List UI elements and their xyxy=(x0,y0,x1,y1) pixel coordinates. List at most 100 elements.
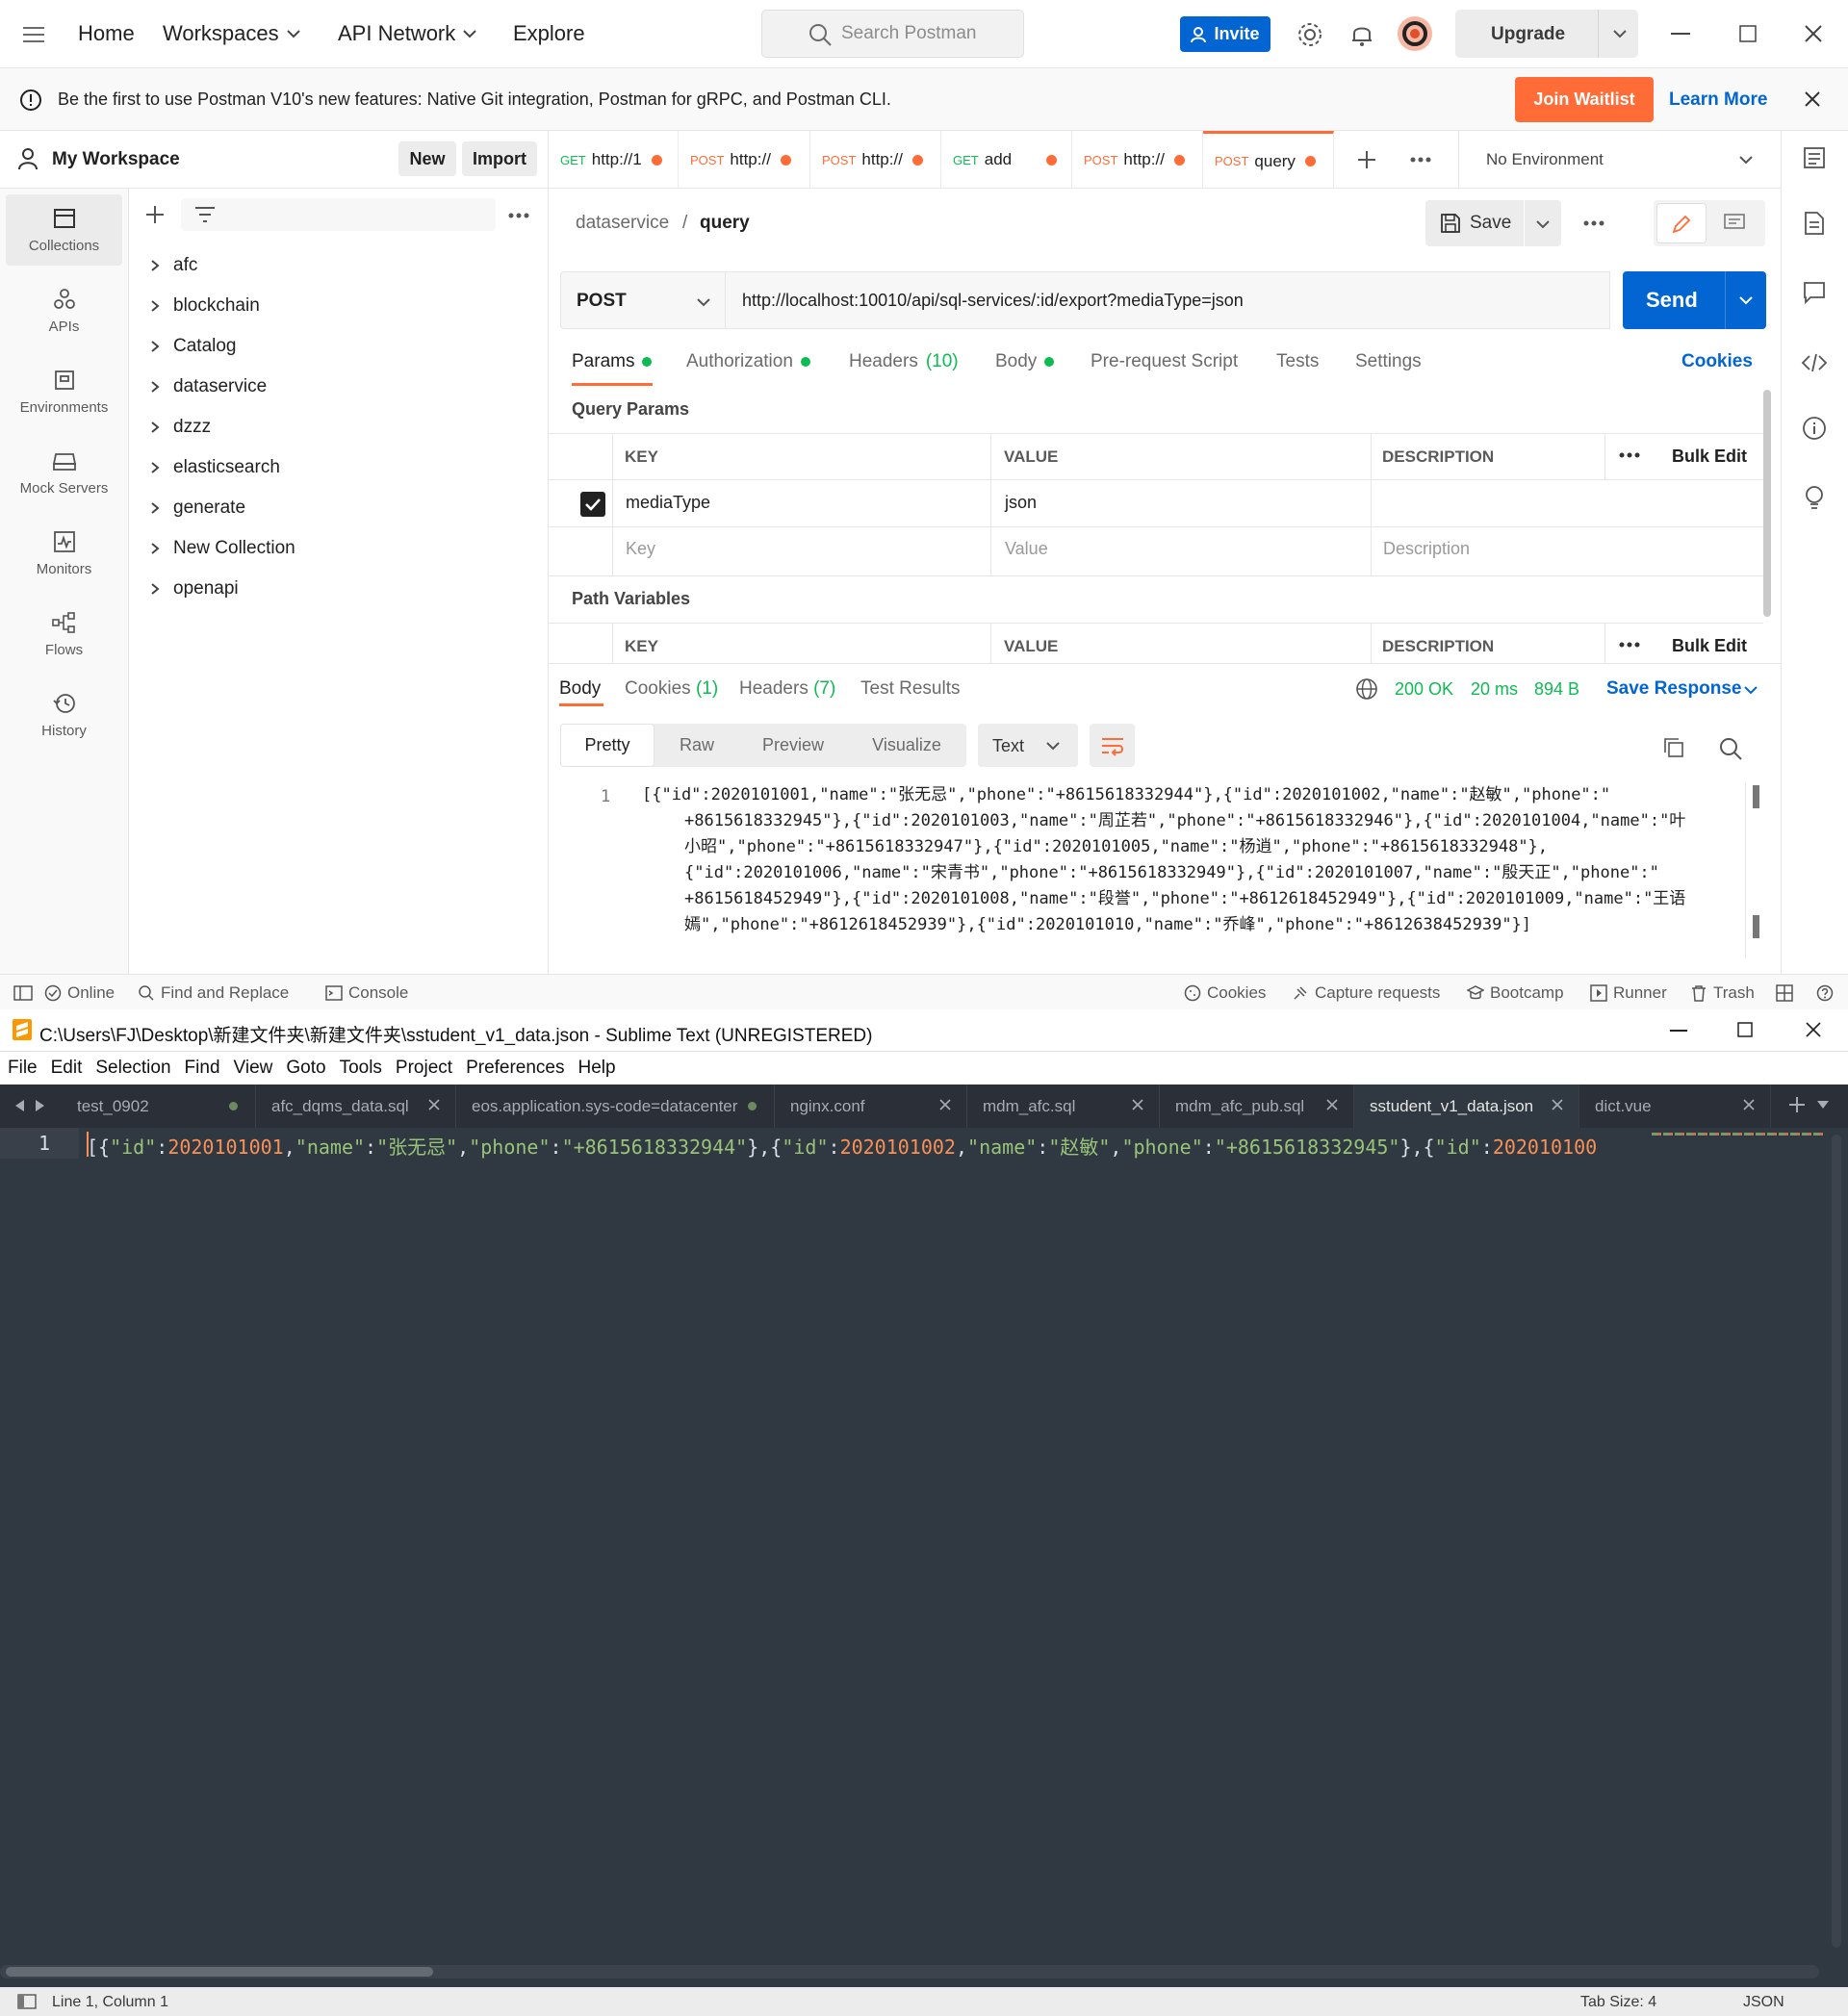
collection-item[interactable]: Catalog xyxy=(150,332,237,361)
layout-icon[interactable] xyxy=(1776,984,1793,1002)
response-status[interactable]: 200 OK xyxy=(1395,679,1453,700)
pane-divider[interactable] xyxy=(549,663,1781,664)
method-select[interactable]: POST xyxy=(560,271,726,329)
comment-icon[interactable] xyxy=(1723,213,1746,234)
find-replace-button[interactable]: Find and Replace xyxy=(138,983,289,1003)
tab-request-5[interactable]: POST http:// xyxy=(1072,131,1203,189)
url-input[interactable]: http://localhost:10010/api/sql-services/… xyxy=(726,271,1610,329)
chevron-down-icon[interactable] xyxy=(1738,295,1754,305)
invite-button[interactable]: Invite xyxy=(1180,16,1270,52)
menu-find[interactable]: Find xyxy=(185,1058,220,1085)
collection-item[interactable]: New Collection xyxy=(150,534,295,563)
plus-icon[interactable] xyxy=(1788,1096,1806,1113)
scrollbar[interactable] xyxy=(1763,390,1771,617)
avatar[interactable] xyxy=(1397,15,1433,52)
tab-request-2[interactable]: POST http:// xyxy=(679,131,810,189)
panel-toggle-icon[interactable] xyxy=(17,1994,37,2009)
menu-goto[interactable]: Goto xyxy=(286,1058,325,1085)
tab-settings[interactable]: Settings xyxy=(1355,351,1422,372)
collection-item[interactable]: dataservice xyxy=(150,372,267,401)
bell-icon[interactable] xyxy=(1349,21,1374,48)
cookies-link[interactable]: Cookies xyxy=(1681,351,1753,372)
rail-monitors[interactable]: Monitors xyxy=(6,518,122,589)
more-icon[interactable] xyxy=(508,213,529,218)
menu-selection[interactable]: Selection xyxy=(95,1058,170,1085)
format-select[interactable]: Text xyxy=(978,724,1078,767)
chevron-down-icon[interactable] xyxy=(1816,1100,1830,1110)
close-icon[interactable] xyxy=(1552,1099,1563,1110)
close-icon[interactable] xyxy=(1804,90,1821,108)
rail-collections[interactable]: Collections xyxy=(6,194,122,266)
tab-params[interactable]: Params xyxy=(572,351,653,372)
bulk-edit-button[interactable]: Bulk Edit xyxy=(1672,447,1747,467)
menu-icon[interactable] xyxy=(23,27,44,42)
lightbulb-icon[interactable] xyxy=(1803,485,1826,512)
vertical-scrollbar[interactable] xyxy=(1832,1135,1841,1948)
join-waitlist-button[interactable]: Join Waitlist xyxy=(1515,77,1654,122)
collection-item[interactable]: openapi xyxy=(150,574,239,603)
rail-history[interactable]: History xyxy=(6,679,122,751)
menu-help[interactable]: Help xyxy=(578,1058,616,1085)
param-description-placeholder[interactable]: Description xyxy=(1383,539,1470,559)
mode-preview[interactable]: Preview xyxy=(739,724,847,767)
editor-tab[interactable]: sstudent_v1_data.json xyxy=(1354,1085,1579,1128)
nav-api-network[interactable]: API Network xyxy=(338,21,478,46)
learn-more-link[interactable]: Learn More xyxy=(1669,89,1767,111)
response-body[interactable]: [{"id":2020101001,"name":"张无忌","phone":"… xyxy=(642,782,1739,938)
menu-file[interactable]: File xyxy=(8,1058,38,1085)
collection-item[interactable]: afc xyxy=(150,251,197,280)
comment-icon[interactable] xyxy=(1803,281,1826,304)
minimize-icon[interactable] xyxy=(1671,33,1690,35)
import-button[interactable]: Import xyxy=(462,141,537,176)
save-button[interactable]: Save xyxy=(1425,200,1524,246)
maximize-icon[interactable] xyxy=(1739,25,1757,42)
close-icon[interactable] xyxy=(939,1099,951,1110)
api-doc-icon[interactable] xyxy=(1803,146,1826,169)
code-icon[interactable] xyxy=(1801,352,1828,373)
save-response-button[interactable]: Save Response xyxy=(1606,678,1741,700)
close-icon[interactable] xyxy=(1132,1099,1143,1110)
plus-icon[interactable] xyxy=(145,205,165,224)
breadcrumb-current[interactable]: query xyxy=(700,213,750,234)
filter-input[interactable] xyxy=(181,198,496,231)
help-icon[interactable] xyxy=(1816,984,1834,1002)
response-tab-cookies[interactable]: Cookies (1) xyxy=(625,678,718,700)
online-status[interactable]: Online xyxy=(44,983,115,1003)
menu-view[interactable]: View xyxy=(234,1058,273,1085)
editor-tab[interactable]: dict.vue xyxy=(1579,1085,1771,1128)
minimap[interactable] xyxy=(1650,1128,1827,1952)
tab-headers[interactable]: Headers (10) xyxy=(849,351,959,372)
globe-icon[interactable] xyxy=(1355,677,1378,701)
tab-size[interactable]: Tab Size: 4 xyxy=(1580,1994,1656,2011)
minimize-icon[interactable] xyxy=(1670,1030,1687,1032)
nav-explore[interactable]: Explore xyxy=(513,21,585,46)
tab-request-4[interactable]: GET add xyxy=(941,131,1072,189)
upgrade-button[interactable]: Upgrade xyxy=(1455,10,1638,58)
documentation-icon[interactable] xyxy=(1804,211,1825,236)
editor-tab[interactable]: eos.application.sys-code=datacenter xyxy=(456,1085,775,1128)
workspace-name[interactable]: My Workspace xyxy=(52,149,180,170)
more-icon[interactable] xyxy=(1410,157,1431,163)
menu-edit[interactable]: Edit xyxy=(51,1058,83,1085)
edit-mode-button[interactable] xyxy=(1656,203,1707,243)
copy-icon[interactable] xyxy=(1662,736,1685,759)
checkbox-checked[interactable] xyxy=(580,492,605,517)
menu-project[interactable]: Project xyxy=(396,1058,452,1085)
sidebar-toggle-icon[interactable] xyxy=(13,985,33,1001)
bulk-edit-button[interactable]: Bulk Edit xyxy=(1672,636,1747,656)
mode-visualize[interactable]: Visualize xyxy=(847,724,966,767)
response-tab-test-results[interactable]: Test Results xyxy=(860,678,960,700)
tab-authorization[interactable]: Authorization xyxy=(686,351,810,372)
trash-button[interactable]: Trash xyxy=(1690,983,1755,1003)
rail-environments[interactable]: Environments xyxy=(6,356,122,427)
chevron-down-icon[interactable] xyxy=(1612,29,1628,38)
close-icon[interactable] xyxy=(1804,24,1823,43)
send-button[interactable]: Send xyxy=(1623,271,1766,329)
rail-apis[interactable]: APIs xyxy=(6,275,122,346)
response-time[interactable]: 20 ms xyxy=(1471,679,1518,700)
close-icon[interactable] xyxy=(1326,1099,1338,1110)
new-button[interactable]: New xyxy=(398,141,456,176)
rail-mock-servers[interactable]: Mock Servers xyxy=(6,437,122,508)
response-size[interactable]: 894 B xyxy=(1534,679,1579,700)
tab-tests[interactable]: Tests xyxy=(1276,351,1319,372)
